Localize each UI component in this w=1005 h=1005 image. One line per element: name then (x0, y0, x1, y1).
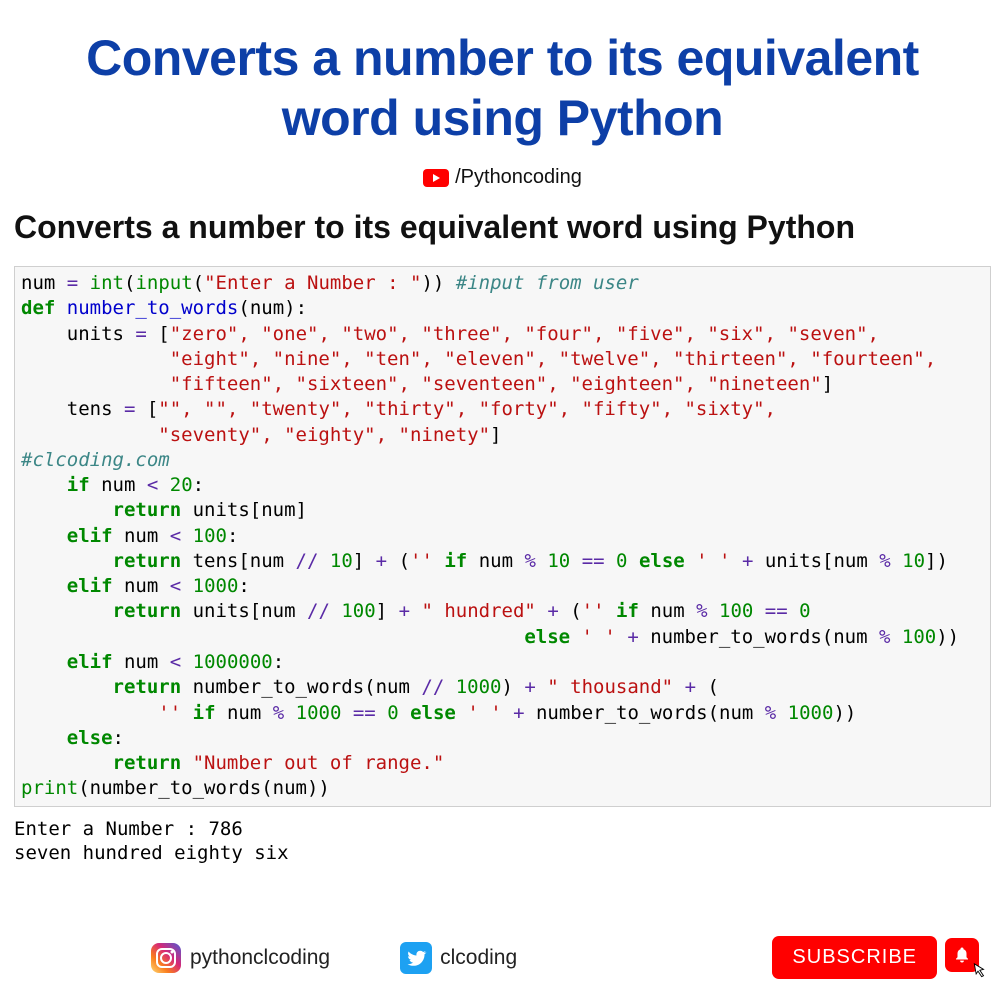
bell-button[interactable] (945, 938, 985, 978)
twitter-link[interactable]: clcoding (400, 942, 517, 974)
instagram-link[interactable]: pythonclcoding (150, 942, 330, 974)
cursor-icon (967, 962, 989, 984)
twitter-handle: clcoding (440, 946, 517, 970)
instagram-icon (150, 942, 182, 974)
subscribe-button[interactable]: SUBSCRIBE (772, 936, 937, 979)
output-line-2: seven hundred eighty six (14, 842, 289, 864)
output-block: Enter a Number : 786 seven hundred eight… (14, 817, 991, 866)
output-line-1: Enter a Number : 786 (14, 818, 243, 840)
twitter-icon (400, 942, 432, 974)
subtitle: Converts a number to its equivalent word… (0, 203, 1005, 260)
code-block: num = int(input("Enter a Number : ")) #i… (14, 266, 991, 807)
instagram-handle: pythonclcoding (190, 946, 330, 970)
youtube-handle[interactable]: /Pythoncoding (455, 166, 582, 189)
title-line-2: word using Python (282, 90, 723, 146)
page-title: Converts a number to its equivalent word… (0, 0, 1005, 158)
footer: pythonclcoding clcoding SUBSCRIBE (0, 936, 1005, 979)
youtube-icon[interactable] (423, 169, 449, 187)
youtube-row: /Pythoncoding (0, 166, 1005, 189)
title-line-1: Converts a number to its equivalent (86, 30, 919, 86)
